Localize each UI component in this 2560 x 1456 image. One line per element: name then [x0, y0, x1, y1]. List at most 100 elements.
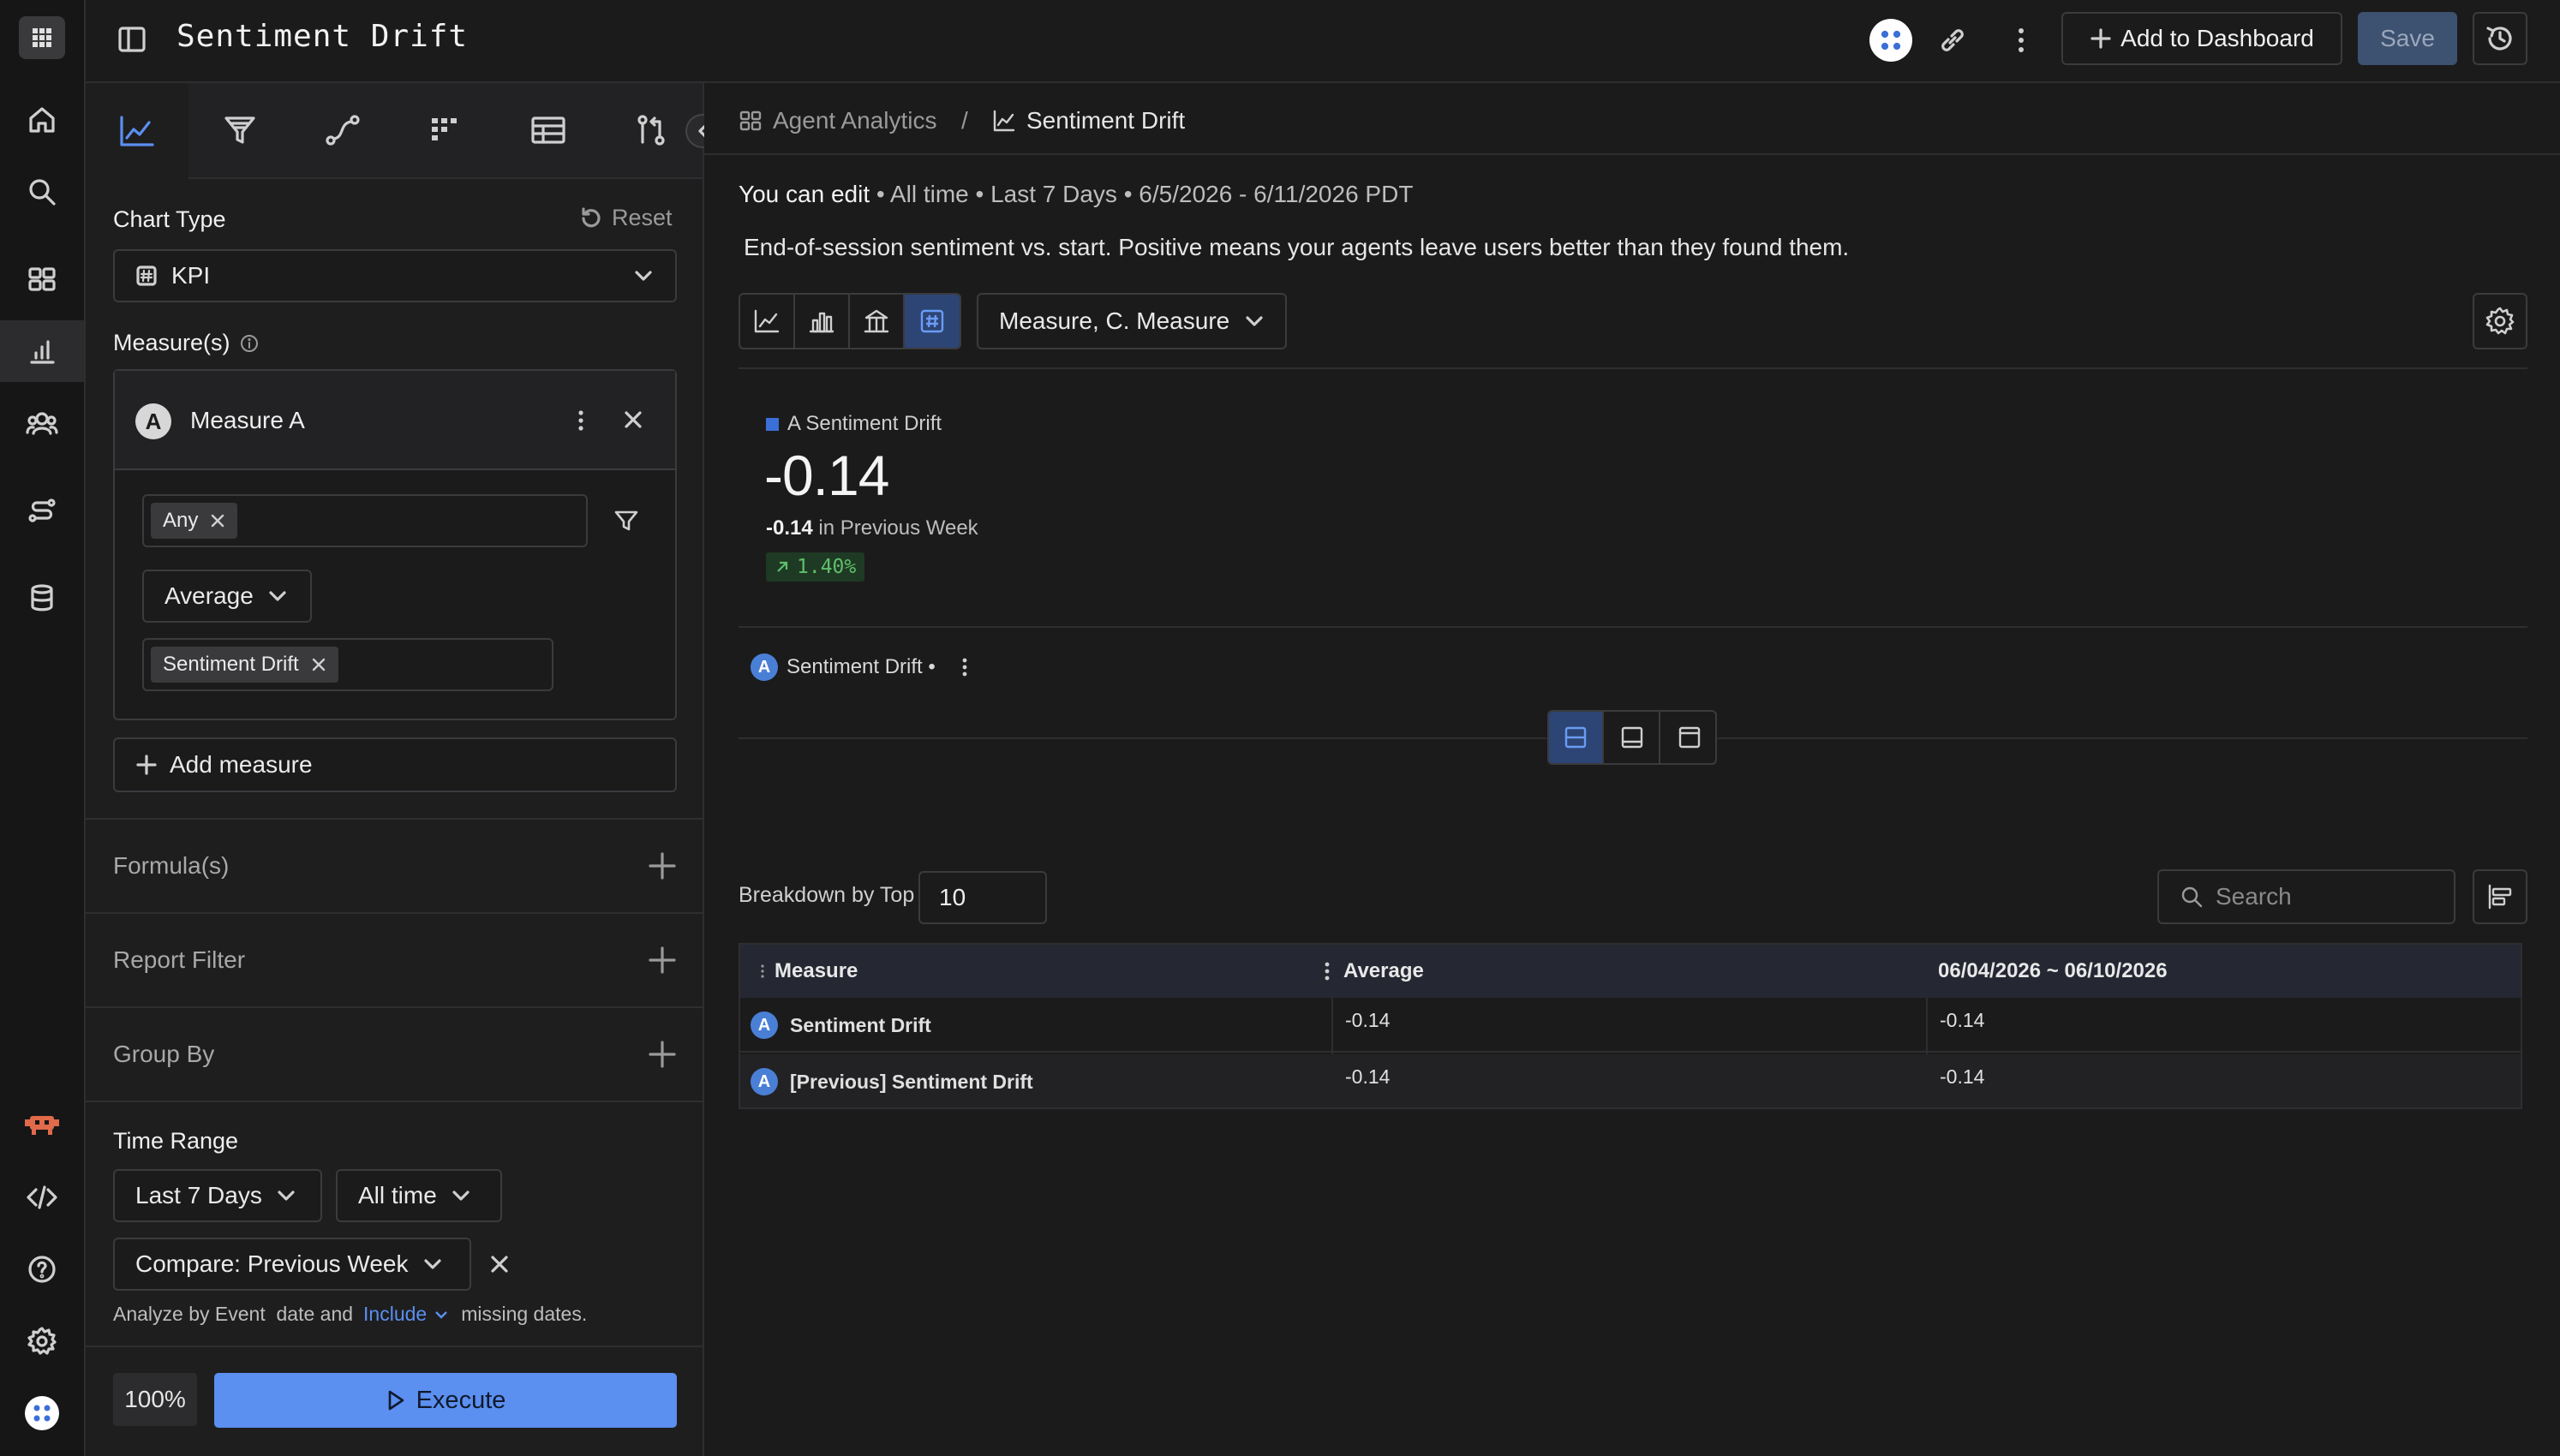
tab-table[interactable] — [497, 83, 600, 177]
include-link[interactable]: Include — [363, 1303, 427, 1326]
journeys-icon[interactable] — [0, 480, 84, 541]
tab-flows[interactable] — [291, 83, 394, 177]
bar-chart-icon — [809, 312, 834, 333]
measure-card-header: A Measure A — [115, 371, 675, 470]
report-description: End-of-session sentiment vs. start. Posi… — [744, 234, 1850, 260]
series-chip[interactable]: A Sentiment Drift • — [751, 653, 972, 681]
col-header-period[interactable]: 06/04/2026 ~ 06/10/2026 — [1938, 945, 2168, 998]
breadcrumb-current: Sentiment Drift — [992, 107, 1185, 134]
row-letter-badge: A — [751, 1011, 778, 1039]
table-row[interactable]: A Sentiment Drift -0.14 -0.14 — [740, 998, 2521, 1053]
breakdown-label: Breakdown by Top — [739, 883, 915, 907]
range-scope-select[interactable]: All time — [336, 1169, 502, 1222]
split-layout-icon — [1564, 726, 1587, 749]
layout-table-button[interactable] — [1606, 712, 1660, 763]
filter-icon[interactable] — [613, 508, 639, 534]
range-select[interactable]: Last 7 Days — [113, 1169, 322, 1222]
legend-swatch — [766, 417, 779, 431]
history-button[interactable] — [2473, 12, 2527, 65]
dashboards-icon[interactable] — [0, 248, 84, 310]
bot-icon[interactable] — [0, 1093, 84, 1155]
measure-name: Measure A — [190, 407, 305, 433]
chevron-down-icon[interactable] — [432, 1305, 451, 1324]
org-avatar[interactable] — [0, 1382, 84, 1444]
save-button[interactable]: Save — [2358, 12, 2457, 65]
breadcrumb-parent[interactable]: Agent Analytics — [739, 107, 936, 134]
plus-icon[interactable] — [648, 946, 677, 975]
add-to-dashboard-button[interactable]: Add to Dashboard — [2061, 12, 2342, 65]
compare-select[interactable]: Compare: Previous Week — [113, 1238, 471, 1291]
close-icon[interactable] — [311, 657, 326, 672]
database-icon[interactable] — [0, 567, 84, 629]
chart-type-select[interactable]: KPI — [113, 249, 677, 302]
filter-field[interactable]: Any — [142, 494, 588, 547]
kpi-legend: A Sentiment Drift — [766, 412, 942, 436]
drag-handle-icon[interactable] — [759, 964, 766, 979]
group-by-label: Group By — [113, 1041, 215, 1067]
kpi-legend-label: A Sentiment Drift — [787, 412, 942, 435]
report-filter-section[interactable]: Report Filter — [86, 912, 703, 1006]
col-header-measure[interactable]: Measure — [759, 945, 858, 998]
compare-value: Compare: Previous Week — [135, 1250, 409, 1277]
divider — [86, 1346, 703, 1347]
plus-icon[interactable] — [648, 851, 677, 880]
analyze-suffix: missing dates. — [461, 1303, 588, 1325]
line-chart-button[interactable] — [740, 295, 795, 348]
sidebar-toggle-icon[interactable] — [117, 24, 147, 55]
add-measure-button[interactable]: Add measure — [113, 737, 677, 792]
tab-insights[interactable] — [86, 83, 188, 179]
reset-button[interactable]: Reset — [579, 205, 673, 231]
more-icon[interactable] — [2008, 22, 2034, 58]
workspace-avatar[interactable] — [1869, 19, 1912, 62]
settings-icon[interactable] — [0, 1310, 84, 1372]
table-search-input[interactable]: Search — [2157, 869, 2455, 924]
layout-split-button[interactable] — [1549, 712, 1604, 763]
measure-letter-badge: A — [135, 403, 171, 439]
series-more-icon[interactable] — [958, 654, 972, 680]
measure-select[interactable]: Measure, C. Measure — [977, 293, 1287, 349]
kpi-chart-button[interactable] — [905, 295, 960, 348]
column-settings-button[interactable] — [2473, 869, 2527, 924]
info-icon[interactable] — [239, 333, 260, 354]
chart-settings-button[interactable] — [2473, 293, 2527, 349]
event-chip[interactable]: Sentiment Drift — [151, 647, 338, 683]
group-by-section[interactable]: Group By — [86, 1006, 703, 1101]
layout-chart-button[interactable] — [1662, 712, 1715, 763]
tab-retention[interactable] — [394, 83, 497, 177]
add-to-dashboard-label: Add to Dashboard — [2120, 25, 2314, 51]
measure-more-icon[interactable] — [572, 405, 589, 436]
tab-funnels[interactable] — [188, 83, 291, 177]
remove-measure-icon[interactable] — [620, 407, 646, 433]
code-icon[interactable] — [0, 1167, 84, 1228]
remove-compare-icon[interactable] — [487, 1251, 512, 1277]
search-icon[interactable] — [0, 161, 84, 223]
column-menu-icon[interactable] — [1321, 958, 1333, 984]
line-chart-icon — [754, 309, 780, 333]
formulas-section[interactable]: Formula(s) — [86, 818, 703, 912]
filter-chip[interactable]: Any — [151, 503, 238, 539]
kpi-icon — [920, 309, 944, 333]
breadcrumb-separator: / — [961, 107, 968, 134]
reset-label: Reset — [612, 205, 673, 230]
bar-chart-button[interactable] — [795, 295, 850, 348]
help-icon[interactable] — [0, 1238, 84, 1300]
apps-icon[interactable] — [0, 7, 84, 69]
stacked-chart-button[interactable] — [850, 295, 905, 348]
event-field[interactable]: Sentiment Drift — [142, 638, 553, 691]
aggregation-select[interactable]: Average — [142, 570, 312, 623]
col-header-average[interactable]: Average — [1343, 945, 1424, 998]
plus-icon[interactable] — [648, 1040, 677, 1069]
close-icon[interactable] — [210, 513, 225, 528]
home-icon[interactable] — [0, 89, 84, 151]
col-header-measure-label: Measure — [775, 959, 858, 982]
analytics-icon[interactable] — [0, 320, 84, 382]
table-row[interactable]: A [Previous] Sentiment Drift -0.14 -0.14 — [740, 1054, 2521, 1107]
analyze-note: Analyze by Event date and Include missin… — [113, 1303, 587, 1326]
measures-header: Measure(s) — [113, 330, 260, 356]
execute-button[interactable]: Execute — [214, 1373, 677, 1428]
breakdown-top-input[interactable]: 10 — [918, 871, 1047, 924]
zoom-display[interactable]: 100% — [113, 1373, 197, 1426]
line-chart-icon — [993, 110, 1015, 132]
users-icon[interactable] — [0, 392, 84, 454]
link-icon[interactable] — [1935, 22, 1971, 58]
